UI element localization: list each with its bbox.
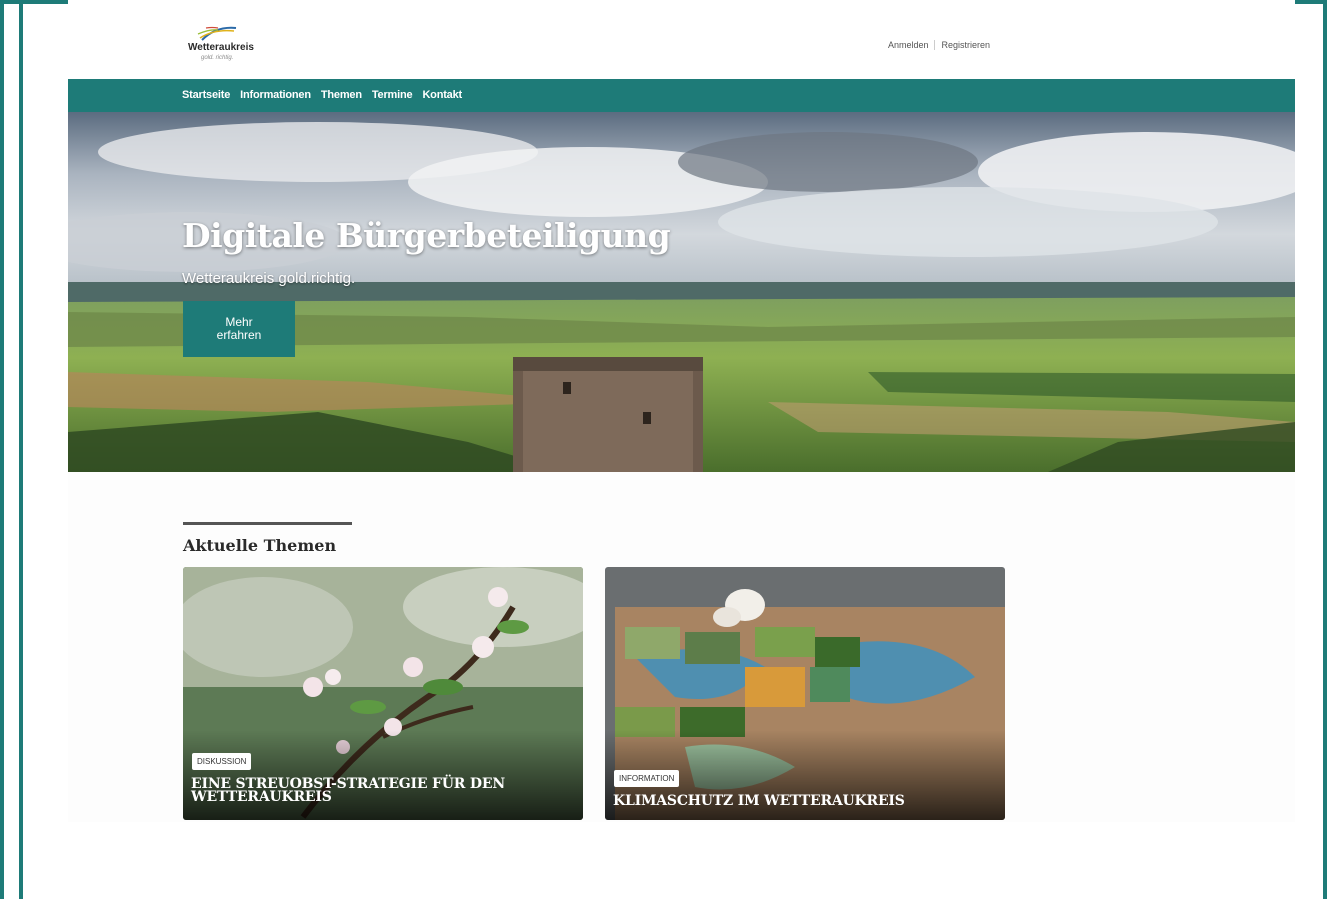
logo-text: Wetteraukreis [188, 42, 254, 53]
logo-tagline: gold. richtig. [201, 55, 234, 61]
category-badge: Diskussion [192, 753, 252, 770]
current-topics-section: Aktuelle Themen Diskuss [68, 472, 1295, 822]
hero-landscape-image [68, 112, 1295, 472]
nav-items: Startseite Informationen Themen Termine … [182, 89, 462, 101]
card-gradient [183, 730, 583, 820]
topic-card-streuobst[interactable]: Diskussion Eine Streuobst-Strategie für … [183, 567, 583, 820]
category-badge: Information [614, 770, 680, 787]
logo-swoosh-icon [197, 26, 237, 41]
hero-banner: Digitale Bürgerbeteiligung Wetteraukreis… [68, 112, 1295, 472]
card-title: Klimaschutz im Wetteraukreis [613, 793, 905, 809]
left-frame-line [19, 4, 23, 899]
hero-subtitle: Wetteraukreis gold.richtig. [182, 270, 356, 287]
register-link[interactable]: Registrieren [941, 40, 990, 50]
nav-item-informationen[interactable]: Informationen [240, 89, 311, 101]
nav-item-termine[interactable]: Termine [372, 89, 413, 101]
auth-divider [934, 40, 936, 50]
main-navbar: Startseite Informationen Themen Termine … [68, 79, 1295, 112]
learn-more-button[interactable]: Mehr erfahren [183, 301, 295, 357]
login-link[interactable]: Anmelden [888, 40, 929, 50]
page: Wetteraukreis gold. richtig. Anmelden Re… [68, 0, 1295, 899]
nav-item-kontakt[interactable]: Kontakt [422, 89, 462, 101]
topic-card-klimaschutz[interactable]: Information Klimaschutz im Wetteraukreis [605, 567, 1005, 820]
nav-item-startseite[interactable]: Startseite [182, 89, 230, 101]
nav-item-themen[interactable]: Themen [321, 89, 362, 101]
auth-links: Anmelden Registrieren [888, 40, 990, 50]
section-title: Aktuelle Themen [183, 536, 337, 555]
section-divider [183, 522, 352, 525]
learn-more-label: Mehr erfahren [216, 315, 262, 342]
hero-title: Digitale Bürgerbeteiligung [182, 216, 671, 255]
card-title: Eine Streuobst-Strategie für den Wettera… [191, 776, 505, 805]
